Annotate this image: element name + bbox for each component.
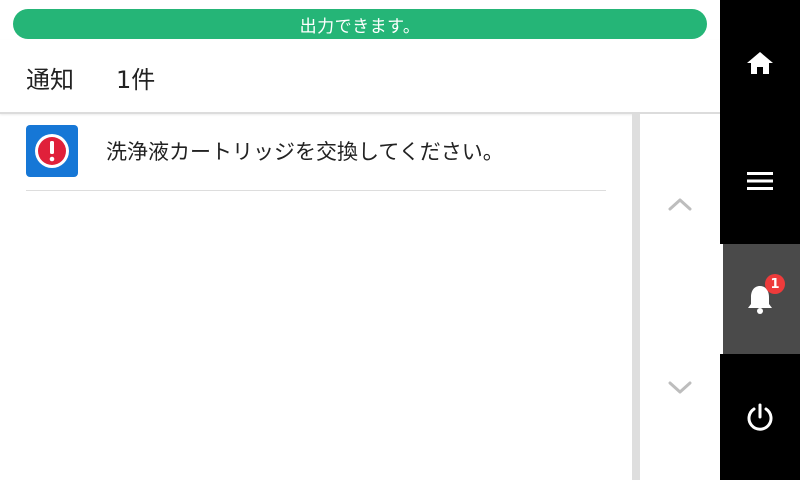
notification-count: 1件 [116,66,156,94]
sidebar: 1 [720,0,800,480]
notifications-header: 通知 1件 [0,40,720,114]
status-banner: 出力できます。 [13,9,707,39]
scroll-down-button[interactable] [640,358,720,418]
status-message: 出力できます。 [299,16,421,37]
page-title: 通知 [26,66,74,94]
active-indicator [720,244,723,354]
scroll-up-button[interactable] [640,174,720,234]
power-icon [747,403,773,431]
notification-text: 洗浄液カートリッジを交換してください。 [106,140,504,164]
chevron-down-icon [668,381,692,394]
notification-badge: 1 [765,274,785,294]
menu-icon [747,172,773,190]
notifications-button[interactable]: 1 [720,244,800,354]
home-button[interactable] [720,8,800,118]
chevron-up-icon [668,198,692,211]
home-icon [747,52,773,74]
scrollbar-track[interactable] [632,114,640,480]
menu-button[interactable] [720,126,800,236]
main-panel: 出力できます。 通知 1件 洗浄液カートリッジを交換してください。 [0,0,720,480]
scroll-controls [640,114,720,480]
list-item[interactable]: 洗浄液カートリッジを交換してください。 [26,124,606,191]
error-icon [26,125,78,177]
notification-list: 洗浄液カートリッジを交換してください。 [0,114,632,480]
power-button[interactable] [720,362,800,472]
